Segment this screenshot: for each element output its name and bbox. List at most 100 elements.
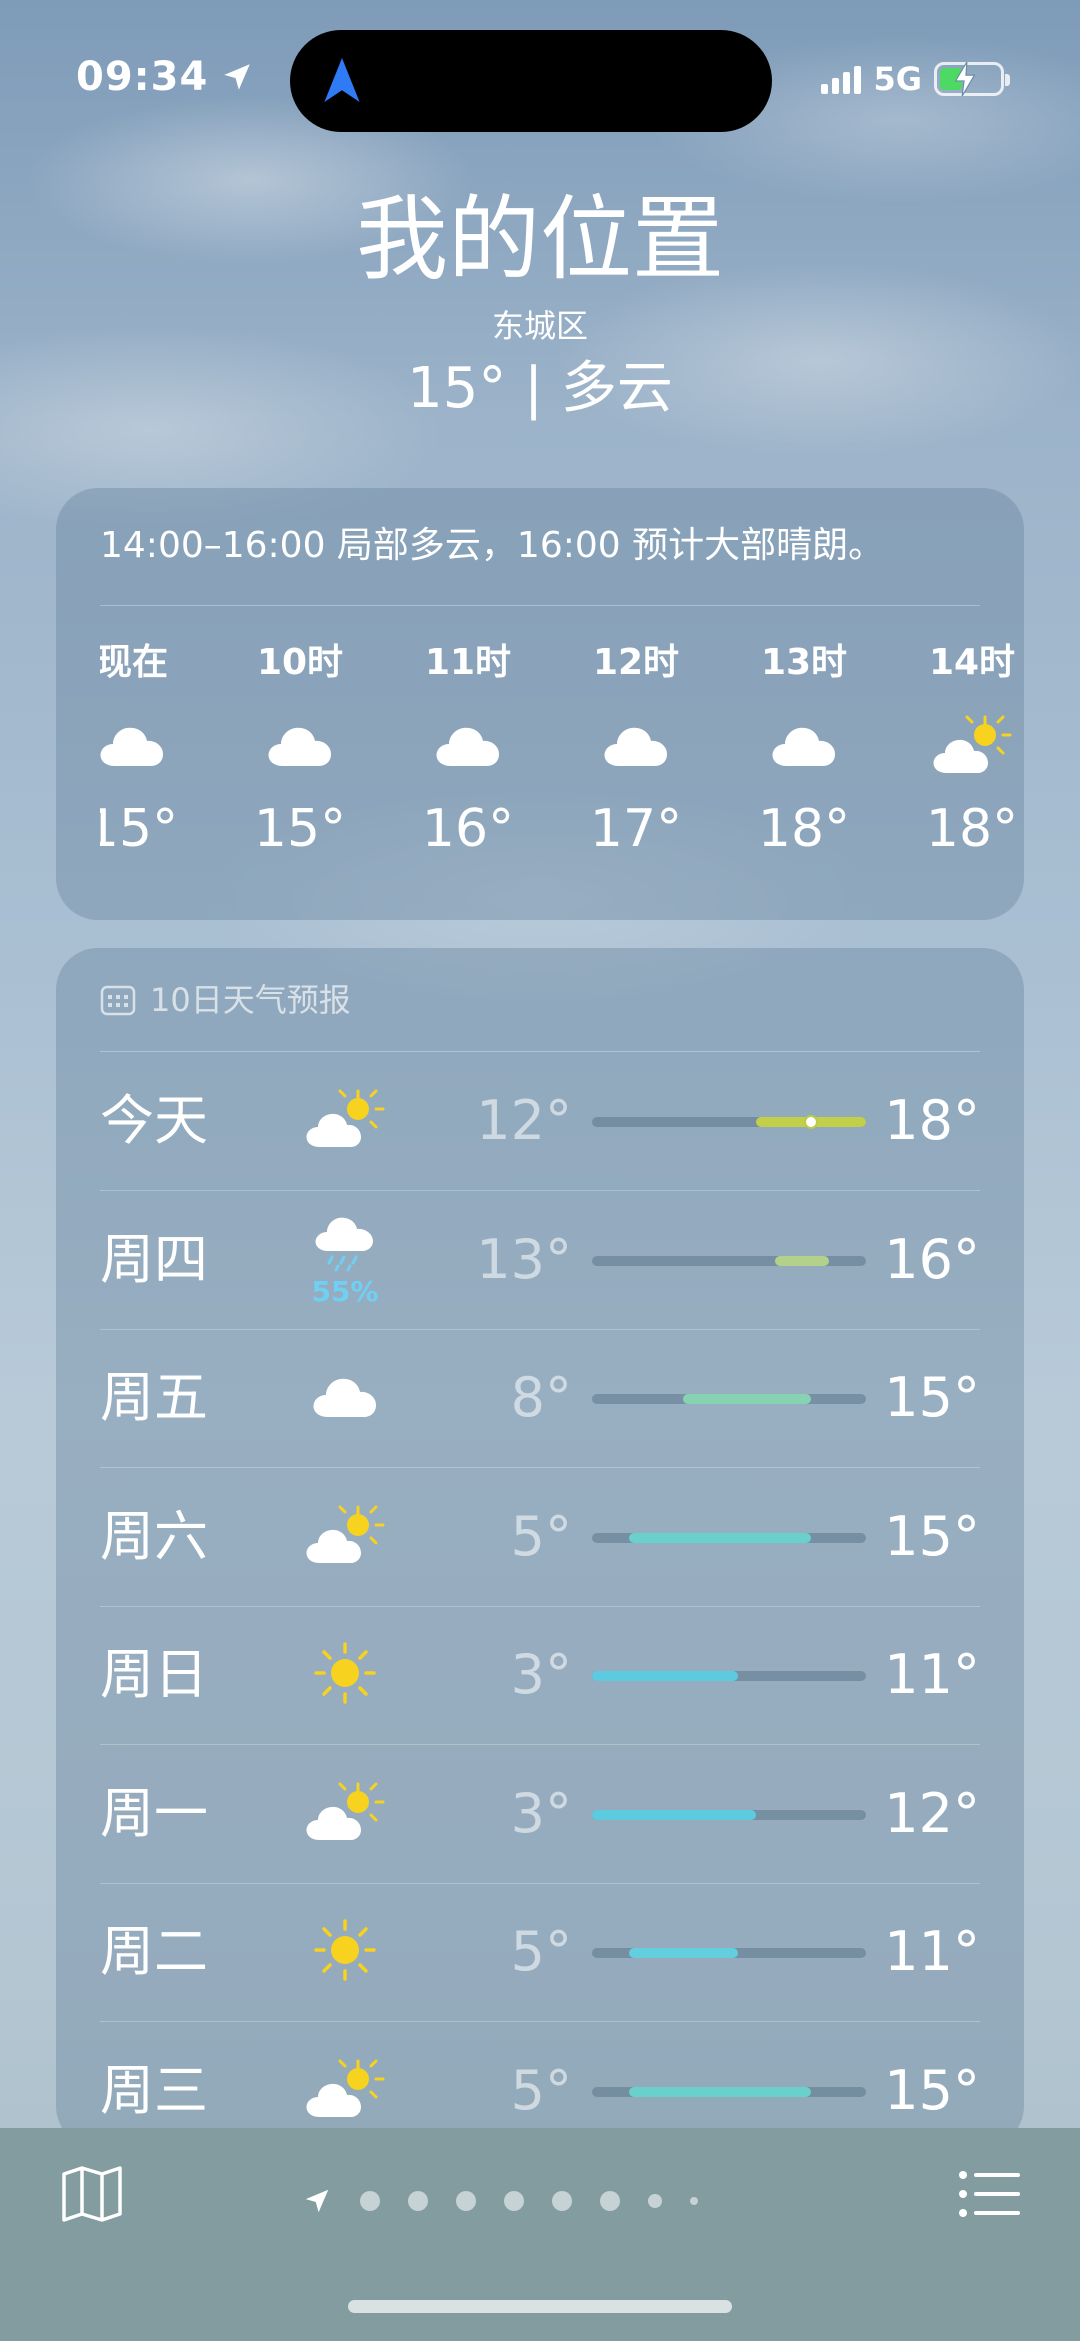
high-temp: 16° xyxy=(884,1227,980,1291)
dynamic-island xyxy=(290,30,772,132)
low-temp: 13° xyxy=(476,1227,572,1291)
hour-column: 14时 18° xyxy=(912,638,1032,864)
low-temp: 8° xyxy=(510,1366,572,1429)
hour-label: 现在 xyxy=(100,642,168,683)
day-row[interactable]: 周四 55% 13° 16° xyxy=(100,1191,980,1329)
hour-label: 14时 xyxy=(928,642,1016,683)
temp-range-fill xyxy=(628,1532,812,1543)
hour-temp: 15° xyxy=(253,799,347,859)
hour-label: 11时 xyxy=(424,642,512,683)
page-dot[interactable] xyxy=(690,2197,698,2205)
day-name: 周日 xyxy=(100,1643,208,1706)
battery-charging-icon xyxy=(934,62,1010,96)
high-temp: 11° xyxy=(884,1643,980,1706)
low-temp: 5° xyxy=(510,1504,572,1568)
list-icon xyxy=(959,2171,1020,2217)
page-dot[interactable] xyxy=(408,2191,428,2211)
home-indicator[interactable] xyxy=(348,2300,732,2313)
page-dot[interactable] xyxy=(360,2191,380,2211)
low-temp: 3° xyxy=(510,1781,572,1845)
day-row[interactable]: 今天 12° 18° xyxy=(100,1052,980,1190)
partly-sunny-icon xyxy=(304,1782,386,1846)
status-time: 09:34 xyxy=(76,54,254,100)
page-dot[interactable] xyxy=(648,2194,662,2208)
day-name: 周一 xyxy=(100,1781,208,1845)
hour-temp: 16° xyxy=(421,799,515,859)
hour-label: 13时 xyxy=(760,642,848,683)
page-dot[interactable] xyxy=(504,2191,524,2211)
day-row[interactable]: 周二 5° 11° xyxy=(100,1883,980,2021)
partly-sunny-icon xyxy=(912,700,1032,790)
partly-sunny-icon xyxy=(304,1089,386,1153)
page-dot[interactable] xyxy=(456,2191,476,2211)
navigation-arrow-icon xyxy=(324,58,360,102)
hour-column: 12时 17° xyxy=(576,638,696,864)
forecast-summary: 14:00–16:00 局部多云，16:00 预计大部晴朗。 xyxy=(100,525,885,566)
city-list-button[interactable] xyxy=(958,2170,1022,2222)
high-temp: 12° xyxy=(884,1781,980,1845)
day-name: 周五 xyxy=(100,1366,208,1429)
hourly-forecast-card[interactable]: 14:00–16:00 局部多云，16:00 预计大部晴朗。 现在 15° 10时 1… xyxy=(56,488,1024,920)
cloud-icon xyxy=(744,700,864,790)
temp-range-bar xyxy=(592,1532,866,1543)
low-temp: 5° xyxy=(510,1920,572,1983)
temp-range-bar xyxy=(592,1948,866,1958)
page-indicator[interactable] xyxy=(302,2186,698,2216)
temp-range-fill xyxy=(592,1809,757,1820)
day-row[interactable]: 周一 3° 12° xyxy=(100,1745,980,1883)
hour-column: 现在 15° xyxy=(100,638,192,864)
high-temp: 15° xyxy=(884,1504,980,1568)
partly-sunny-icon xyxy=(304,2059,386,2123)
hourly-strip[interactable]: 现在 15° 10时 15° 11时 16° 12时 17° 13时 18° 14时 18° xyxy=(100,638,1080,898)
day-row[interactable]: 周六 5° 15° xyxy=(100,1468,980,1606)
temp-range-bar xyxy=(592,1394,866,1404)
sun-icon xyxy=(313,1641,377,1709)
hour-label: 10时 xyxy=(256,642,344,683)
hour-temp: 18° xyxy=(757,799,851,859)
temp-range-bar xyxy=(592,1115,866,1129)
high-temp: 11° xyxy=(884,1920,980,1983)
calendar-icon xyxy=(100,985,136,1016)
divider xyxy=(100,605,980,606)
day-row[interactable]: 周日 3° 11° xyxy=(100,1606,980,1744)
location-arrow-icon xyxy=(305,2189,329,2213)
signal-icon xyxy=(821,64,862,94)
day-icon-cell: 55% xyxy=(300,1191,390,1329)
temp-range-fill xyxy=(628,2086,812,2097)
low-temp: 12° xyxy=(476,1089,572,1152)
day-icon-cell xyxy=(300,1606,390,1744)
hour-column: 11时 16° xyxy=(408,638,528,864)
cloud-icon xyxy=(310,1373,380,1423)
daily-forecast-card[interactable]: 10日天气预报 今天 12° 18° 周四 55% 13° 16° 周五 8° 15° 周六 5° 15… xyxy=(56,948,1024,2148)
hour-label: 12时 xyxy=(592,642,680,683)
location-header: 我的位置 东城区 15° | 多云 xyxy=(0,180,1080,424)
rain-cloud-icon xyxy=(312,1213,378,1277)
map-icon xyxy=(62,2166,122,2222)
hour-temp: 15° xyxy=(100,799,179,859)
hour-column: 13时 18° xyxy=(744,638,864,864)
temp-range-bar xyxy=(592,1809,866,1820)
sun-icon xyxy=(313,1918,377,1986)
day-name: 今天 xyxy=(100,1089,208,1152)
network-type: 5G xyxy=(873,60,922,98)
temp-range-fill xyxy=(628,1948,739,1958)
temp-range-fill xyxy=(774,1255,830,1266)
day-name: 周六 xyxy=(100,1504,208,1568)
status-indicators: 5G xyxy=(821,60,1010,98)
page-dot[interactable] xyxy=(600,2191,620,2211)
location-title: 我的位置 xyxy=(355,186,724,293)
high-temp: 18° xyxy=(884,1089,980,1152)
day-icon-cell xyxy=(300,1883,390,2021)
status-bar: 09:34 5G xyxy=(0,0,1080,140)
map-button[interactable] xyxy=(60,2164,124,2228)
current-conditions: 15° | 多云 xyxy=(407,356,673,421)
high-temp: 15° xyxy=(884,1366,980,1429)
temp-range-bar xyxy=(592,1671,866,1681)
day-row[interactable]: 周五 8° 15° xyxy=(100,1329,980,1467)
temp-range-fill xyxy=(592,1671,739,1681)
temp-range-bar xyxy=(592,1255,866,1266)
page-dot[interactable] xyxy=(552,2191,572,2211)
location-arrow-icon xyxy=(224,64,251,90)
day-name: 周四 xyxy=(100,1227,208,1291)
low-temp: 3° xyxy=(510,1643,572,1706)
